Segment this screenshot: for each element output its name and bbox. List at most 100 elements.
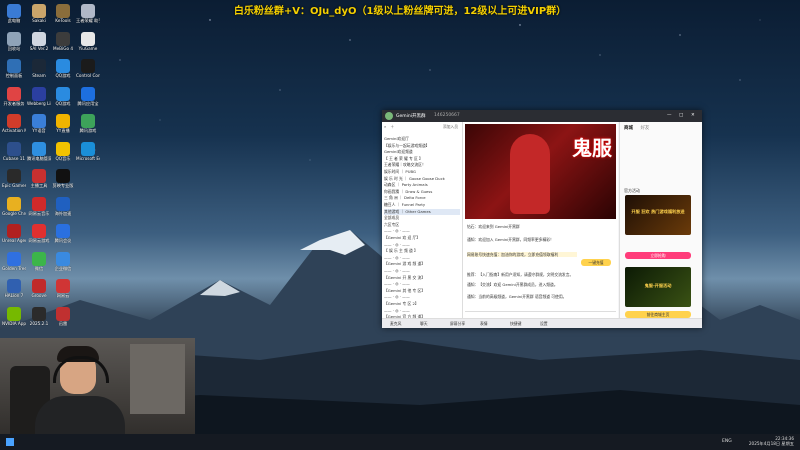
app-icon: [81, 31, 95, 46]
channel-item[interactable]: 【Gemini 欢 迎 厅】: [384, 235, 460, 241]
channel-item[interactable]: —— · ◎ · ——: [384, 294, 460, 300]
desktop-icon-label: 网易云: [56, 293, 70, 298]
toolbar-button[interactable]: 屏幕分享: [450, 321, 465, 327]
channel-item[interactable]: 【 娱 乐 主 频 道 】: [384, 248, 460, 254]
channel-item[interactable]: 其他游戏 ｜ Other Games: [384, 208, 460, 215]
desktop-icon-label: Cubase 11: [2, 155, 26, 161]
channel-item[interactable]: —— · ◎ · ——: [384, 228, 460, 234]
tab-shop[interactable]: 商城: [624, 126, 633, 131]
desktop-icon-label: SAI Ver.2: [29, 45, 49, 51]
app-icon: [7, 31, 21, 46]
minimize-icon[interactable]: —: [667, 113, 672, 118]
desktop-icon-label: 腾讯会议: [54, 238, 72, 243]
app-icon: [56, 279, 70, 293]
desktop-icon-label: Microsoft Edge: [76, 155, 100, 161]
app-icon: [56, 86, 70, 101]
add-icon[interactable]: ＋: [390, 124, 394, 129]
channel-item[interactable]: 【Gemini 游 戏 频 道】: [384, 261, 460, 267]
chat-message: 钻石：欢迎来到 Gemini开黑群: [467, 224, 520, 229]
app-icon: [56, 114, 70, 128]
desktop-icon-label: Webberg Library: [27, 100, 51, 106]
channel-item[interactable]: 糖豆人 ｜ Funnel Party: [384, 202, 460, 208]
channel-item[interactable]: Gemini欢迎频道: [384, 149, 460, 155]
chat-message: 网易账号快速充值：加油你的游戏，立即充值领取福利: [467, 252, 577, 257]
toolbar-button[interactable]: 聊天: [420, 321, 428, 327]
channel-item[interactable]: 动森区 ｜ Party Animals: [384, 182, 460, 188]
app-icon: [32, 196, 46, 211]
close-icon[interactable]: ✕: [691, 113, 695, 118]
desktop-icon-label: Google Chrome: [2, 210, 26, 216]
game-ad-banner[interactable]: 鬼服: [465, 124, 616, 219]
start-icon[interactable]: [6, 438, 14, 446]
desktop-icon-label: 开发者服务: [3, 100, 25, 106]
search-icon[interactable]: ⌕: [384, 124, 386, 129]
desktop-icon-label: NVIDIA App: [2, 320, 26, 326]
desktop-icon-label: MeBiGo 4: [52, 45, 74, 51]
toolbar-button[interactable]: 表情: [480, 321, 488, 327]
buy-now-button[interactable]: 立即抢购: [625, 252, 691, 259]
desktop-icon-label: Unreal Agent 11: [2, 238, 26, 243]
desktop-icon[interactable]: NVIDIA App: [2, 306, 26, 339]
channel-item[interactable]: —— · ◎ · ——: [384, 308, 460, 314]
recharge-button[interactable]: 一键充值: [581, 259, 611, 266]
promo-card-2[interactable]: 鬼服-开服活动: [625, 267, 691, 307]
channel-item[interactable]: 你画我猜 ｜ Draw & Guess: [384, 189, 460, 195]
channel-item[interactable]: 全部成员: [384, 215, 460, 221]
desktop-icon-label: HALion 7: [4, 293, 24, 298]
ad-figure: [510, 134, 550, 214]
channel-item[interactable]: —— · ◎ · ——: [384, 242, 460, 248]
promo-2-text: 鬼服-开服活动: [644, 283, 672, 288]
app-icon: [56, 31, 70, 46]
channel-item[interactable]: 【Gemini 其 他 专 区】: [384, 288, 460, 294]
app-icon: [7, 86, 21, 101]
desktop-icon-label: 腾讯电脑管家: [27, 155, 51, 161]
channel-item[interactable]: 娱乐时间 ｜ PUBG: [384, 169, 460, 175]
desktop-icon-label: Groove: [31, 293, 47, 298]
channel-item[interactable]: 王者荣耀｜攻略交流区！: [384, 162, 460, 168]
promo-card-1[interactable]: 开服 狂欢 热门游戏福利放送: [625, 195, 691, 235]
shop-panel: 商城 好友 官方活动 开服 狂欢 热门游戏福利放送 立即抢购 鬼服-开服活动 前…: [619, 122, 702, 328]
left-toolbar: ⌕ ＋ 添加入员: [384, 124, 460, 130]
desktop-icon-label: 王者荣耀 助手: [76, 18, 100, 23]
channel-item[interactable]: 娱 乐 时 光 ｜ Goose Goose Duck: [384, 176, 460, 182]
app-icon: [81, 59, 95, 73]
shop-section-title: 官方活动: [624, 188, 640, 193]
go-shop-button[interactable]: 前往商城主页: [625, 311, 691, 318]
desktop-icon[interactable]: 2025.2.1: [27, 306, 51, 339]
qq-channel-window[interactable]: Gemini开黑群 146250667 — □ ✕ ⌕ ＋ 添加入员 Gemin…: [382, 110, 702, 328]
desktop-icon[interactable]: 迅雷: [51, 306, 75, 339]
desktop-icon-label: 腾讯游戏: [79, 128, 97, 133]
add-member-link[interactable]: 添加入员: [443, 124, 458, 130]
app-icon: [32, 31, 46, 46]
desktop-icon-label: 控制面板: [5, 73, 23, 78]
app-icon: [32, 251, 46, 266]
channel-item[interactable]: 【 王 者 荣 耀 专 区 】: [384, 156, 460, 162]
channel-item[interactable]: Gemini欢迎厅: [384, 136, 460, 142]
toolbar-button[interactable]: 快捷键: [510, 321, 521, 327]
desktop-icon-label: 剪映专业版: [52, 183, 74, 188]
channel-item[interactable]: 三 角 洲 ｜ Delta Force: [384, 195, 460, 201]
app-icon: [56, 224, 70, 238]
channel-item[interactable]: —— · ◎ · ——: [384, 255, 460, 261]
tab-friends[interactable]: 好友: [640, 126, 649, 131]
desktop-icon-label: YiuGame: [78, 45, 98, 51]
desktop-icon[interactable]: Microsoft Edge: [76, 141, 100, 174]
channel-item[interactable]: —— · ◎ · ——: [384, 268, 460, 274]
channel-item[interactable]: 六区专区: [384, 222, 460, 228]
desktop-icon-label: YY直播: [56, 128, 70, 133]
toolbar-button[interactable]: 麦克风: [390, 321, 401, 327]
clock[interactable]: 22:34:36 2025年4月18日 星期五: [749, 436, 794, 446]
webcam-background-shelf: [130, 344, 185, 414]
window-titlebar[interactable]: Gemini开黑群 146250667 — □ ✕: [382, 110, 702, 122]
maximize-icon[interactable]: □: [679, 113, 683, 118]
app-icon: [32, 306, 46, 321]
channel-item[interactable]: 【娱乐与一起玩游戏频道】: [384, 143, 460, 149]
app-icon: [56, 169, 70, 183]
language-indicator[interactable]: ENG: [722, 439, 732, 444]
clock-date: 2025年4月18日 星期五: [748, 441, 794, 446]
toolbar-button[interactable]: 设置: [540, 321, 548, 327]
app-icon: [32, 4, 46, 18]
channel-item[interactable]: —— · ◎ · ——: [384, 281, 460, 287]
channel-item[interactable]: 【Gemini 开 黑 交 流】: [384, 275, 460, 281]
channel-item[interactable]: 【Gemini 专 区 2】: [384, 301, 460, 307]
